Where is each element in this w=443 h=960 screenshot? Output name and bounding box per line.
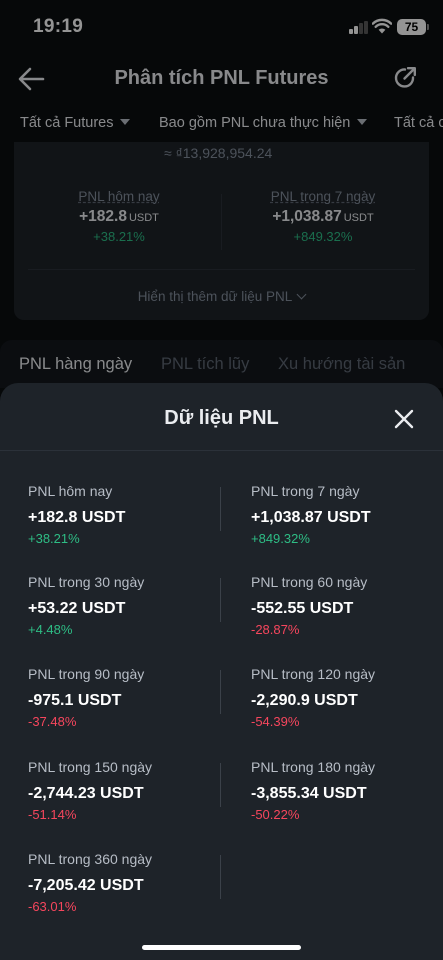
pnl-item-60d: PNL trong 60 ngày -552.55 USDT -28.87% [251, 574, 443, 637]
pnl-item-pct: -50.22% [251, 807, 300, 822]
pnl-item-label: PNL trong 7 ngày [251, 483, 360, 499]
pnl-item-value: -3,855.34 USDT [251, 785, 367, 802]
pnl-item-label: PNL trong 360 ngày [28, 851, 153, 867]
pnl-item-label: PNL trong 30 ngày [28, 574, 145, 590]
pnl-item-label: PNL trong 90 ngày [28, 666, 145, 682]
pnl-item-today: PNL hôm nay +182.8 USDT +38.21% [28, 483, 228, 546]
pnl-item-150d: PNL trong 150 ngày -2,744.23 USDT -51.14… [28, 759, 228, 822]
pnl-item-120d: PNL trong 120 ngày -2,290.9 USDT -54.39% [251, 666, 443, 729]
divider [0, 450, 443, 451]
pnl-item-90d: PNL trong 90 ngày -975.1 USDT -37.48% [28, 666, 228, 729]
pnl-item-label: PNL trong 60 ngày [251, 574, 368, 590]
pnl-item-7d: PNL trong 7 ngày +1,038.87 USDT +849.32% [251, 483, 443, 546]
pnl-item-pct: +4.48% [28, 622, 73, 637]
divider [220, 670, 221, 714]
pnl-data-sheet: Dữ liệu PNL PNL hôm nay +182.8 USDT +38.… [0, 383, 443, 960]
pnl-item-label: PNL trong 120 ngày [251, 666, 376, 682]
pnl-item-360d: PNL trong 360 ngày -7,205.42 USDT -63.01… [28, 851, 228, 914]
close-icon[interactable] [392, 407, 416, 431]
pnl-item-value: +53.22 USDT [28, 600, 126, 617]
pnl-item-pct: -51.14% [28, 807, 77, 822]
pnl-item-value: -7,205.42 USDT [28, 877, 144, 894]
pnl-item-label: PNL trong 180 ngày [251, 759, 376, 775]
pnl-item-pct: +849.32% [251, 531, 310, 546]
divider [220, 487, 221, 531]
divider [220, 855, 221, 899]
pnl-item-30d: PNL trong 30 ngày +53.22 USDT +4.48% [28, 574, 228, 637]
pnl-item-pct: -63.01% [28, 899, 77, 914]
pnl-item-value: -2,744.23 USDT [28, 785, 144, 802]
pnl-item-value: -552.55 USDT [251, 600, 354, 617]
pnl-item-pct: -28.87% [251, 622, 300, 637]
home-indicator[interactable] [142, 945, 301, 950]
sheet-title: Dữ liệu PNL [164, 407, 279, 429]
pnl-item-pct: -54.39% [251, 714, 300, 729]
sheet-header: Dữ liệu PNL [0, 383, 443, 453]
pnl-item-pct: +38.21% [28, 531, 80, 546]
divider [220, 578, 221, 622]
divider [220, 763, 221, 807]
pnl-item-180d: PNL trong 180 ngày -3,855.34 USDT -50.22… [251, 759, 443, 822]
pnl-item-pct: -37.48% [28, 714, 77, 729]
pnl-item-value: -975.1 USDT [28, 692, 122, 709]
pnl-item-label: PNL trong 150 ngày [28, 759, 153, 775]
pnl-item-value: -2,290.9 USDT [251, 692, 358, 709]
pnl-item-value: +182.8 USDT [28, 509, 126, 526]
pnl-item-value: +1,038.87 USDT [251, 509, 371, 526]
pnl-item-label: PNL hôm nay [28, 483, 113, 499]
